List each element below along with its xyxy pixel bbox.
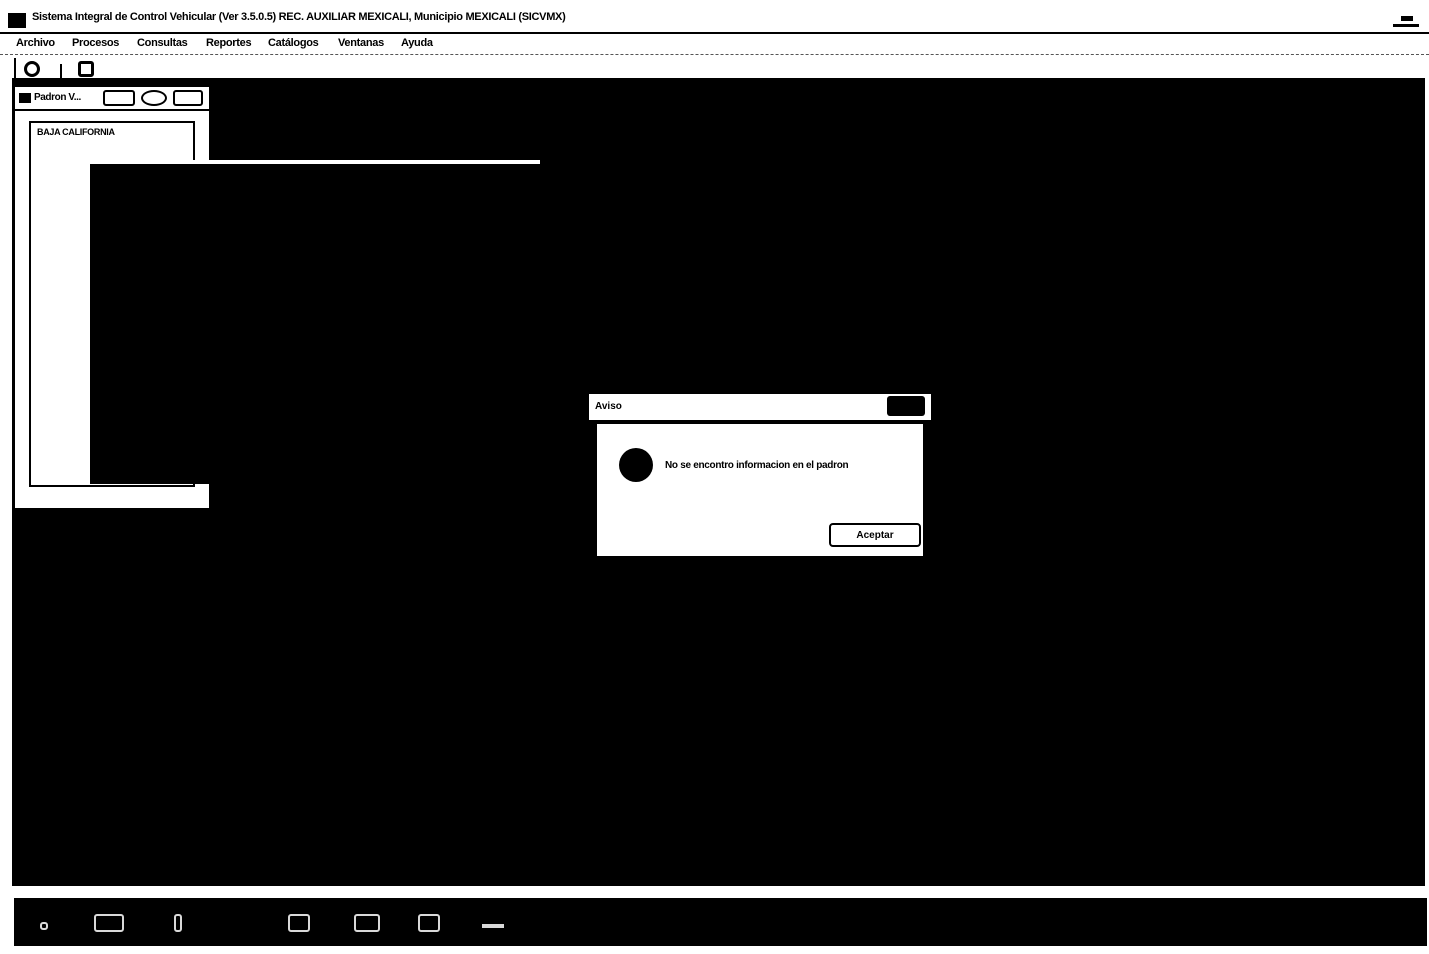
padron-window-title: Padron V... — [34, 92, 81, 103]
menu-reportes[interactable]: Reportes — [206, 37, 252, 49]
taskbar-app-icon-1[interactable] — [94, 914, 124, 932]
taskbar — [14, 898, 1427, 946]
window-icon — [19, 93, 31, 103]
toolbar-separator — [60, 64, 62, 78]
app-icon — [8, 13, 26, 28]
padron-maximize-button[interactable] — [141, 90, 167, 106]
dialog-title: Aviso — [595, 401, 622, 412]
dialog-message: No se encontro informacion en el padron — [665, 460, 849, 471]
padron-close-button[interactable] — [173, 90, 203, 106]
toolbar — [14, 58, 106, 80]
taskbar-app-icon-4[interactable] — [354, 914, 380, 932]
app-title: Sistema Integral de Control Vehicular (V… — [32, 11, 566, 23]
menu-archivo[interactable]: Archivo — [16, 37, 55, 49]
padron-minimize-button[interactable] — [103, 90, 135, 106]
dialog-close-button[interactable] — [887, 396, 925, 416]
child-window — [88, 160, 540, 484]
aviso-dialog: Aviso No se encontro informacion en el p… — [589, 394, 931, 560]
aceptar-button[interactable]: Aceptar — [829, 523, 921, 547]
taskbar-app-icon-6[interactable] — [482, 924, 504, 928]
menu-procesos[interactable]: Procesos — [72, 37, 119, 49]
menu-ventanas[interactable]: Ventanas — [338, 37, 384, 49]
menu-catalogos[interactable]: Catálogos — [268, 37, 319, 49]
dialog-body: No se encontro informacion en el padron … — [595, 422, 925, 558]
power-icon[interactable] — [24, 61, 40, 77]
menu-ayuda[interactable]: Ayuda — [401, 37, 433, 49]
taskbar-app-icon-2[interactable] — [174, 914, 182, 932]
start-icon[interactable] — [40, 922, 48, 930]
menu-consultas[interactable]: Consultas — [137, 37, 188, 49]
exit-icon[interactable] — [78, 61, 94, 77]
taskbar-app-icon-3[interactable] — [288, 914, 310, 932]
list-item[interactable]: BAJA CALIFORNIA — [37, 127, 115, 137]
padron-window-header: Padron V... — [15, 87, 209, 111]
taskbar-app-icon-5[interactable] — [418, 914, 440, 932]
minimize-button[interactable] — [1393, 6, 1419, 27]
title-bar: Sistema Integral de Control Vehicular (V… — [0, 0, 1429, 34]
info-icon — [619, 448, 653, 482]
menu-bar: Archivo Procesos Consultas Reportes Catá… — [0, 34, 1429, 55]
minimize-icon — [1401, 16, 1413, 21]
dialog-title-bar: Aviso — [589, 394, 931, 420]
